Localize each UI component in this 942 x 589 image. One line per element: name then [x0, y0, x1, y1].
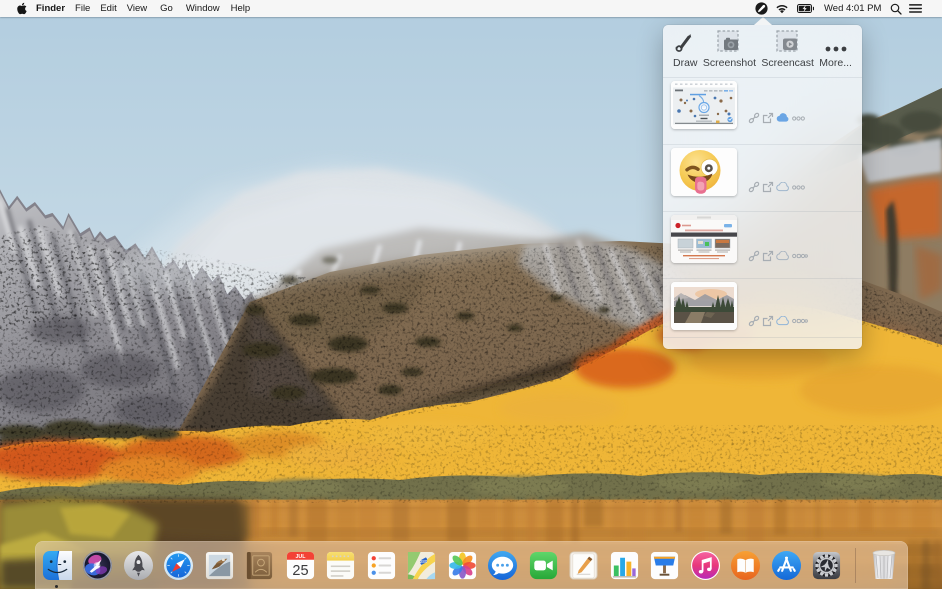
- svg-text:280: 280: [420, 559, 428, 564]
- svg-text:JUL: JUL: [295, 553, 306, 559]
- svg-text:25: 25: [292, 563, 308, 579]
